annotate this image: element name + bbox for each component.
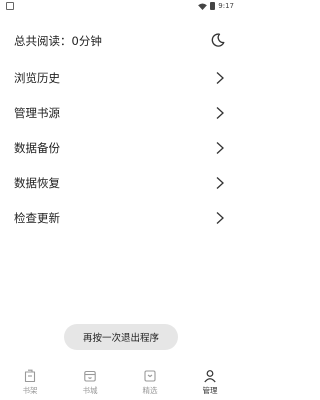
header: 总共阅读：0分钟 bbox=[0, 28, 240, 54]
bookstore-icon bbox=[84, 370, 96, 382]
bottom-tab-bar: 书架 书城 精选 管理 bbox=[0, 366, 240, 400]
tab-bookstore[interactable]: 书城 bbox=[60, 366, 120, 400]
toast-text: 再按一次退出程序 bbox=[82, 333, 159, 344]
menu-item-data-restore[interactable]: 数据恢复 bbox=[0, 165, 240, 200]
moon-icon[interactable] bbox=[210, 32, 226, 48]
menu-item-data-backup[interactable]: 数据备份 bbox=[0, 130, 240, 165]
chevron-right-icon bbox=[216, 142, 224, 154]
menu-item-label: 数据备份 bbox=[14, 140, 60, 155]
featured-icon bbox=[144, 370, 156, 382]
wifi-icon bbox=[198, 2, 208, 10]
chevron-right-icon bbox=[216, 107, 224, 119]
tab-label: 书城 bbox=[82, 386, 98, 395]
tab-bookshelf[interactable]: 书架 bbox=[0, 366, 60, 400]
bookshelf-icon bbox=[24, 369, 36, 383]
tab-featured[interactable]: 精选 bbox=[120, 366, 180, 400]
battery-icon bbox=[210, 2, 216, 10]
menu-item-manage-sources[interactable]: 管理书源 bbox=[0, 95, 240, 130]
menu-item-browse-history[interactable]: 浏览历史 bbox=[0, 60, 240, 95]
tab-label: 精选 bbox=[142, 386, 158, 395]
chevron-right-icon bbox=[216, 212, 224, 224]
manage-icon bbox=[204, 370, 216, 383]
menu-item-label: 管理书源 bbox=[14, 105, 60, 120]
menu-item-label: 数据恢复 bbox=[14, 175, 60, 190]
menu-item-label: 检查更新 bbox=[14, 210, 60, 225]
tab-label: 书架 bbox=[22, 386, 38, 395]
status-indicators: 9:17 bbox=[198, 0, 234, 12]
exit-toast: 再按一次退出程序 bbox=[64, 324, 178, 350]
status-time: 9:17 bbox=[218, 2, 234, 10]
chevron-right-icon bbox=[216, 72, 224, 84]
total-read-time: 总共阅读：0分钟 bbox=[14, 34, 102, 48]
chevron-right-icon bbox=[216, 177, 224, 189]
settings-menu: 浏览历史 管理书源 数据备份 数据恢复 检查更新 bbox=[0, 60, 240, 235]
notification-icon bbox=[6, 2, 14, 10]
tab-label: 管理 bbox=[202, 386, 218, 395]
menu-item-check-update[interactable]: 检查更新 bbox=[0, 200, 240, 235]
tab-manage[interactable]: 管理 bbox=[180, 366, 240, 400]
menu-item-label: 浏览历史 bbox=[14, 70, 60, 85]
status-bar: 9:17 bbox=[0, 0, 240, 12]
